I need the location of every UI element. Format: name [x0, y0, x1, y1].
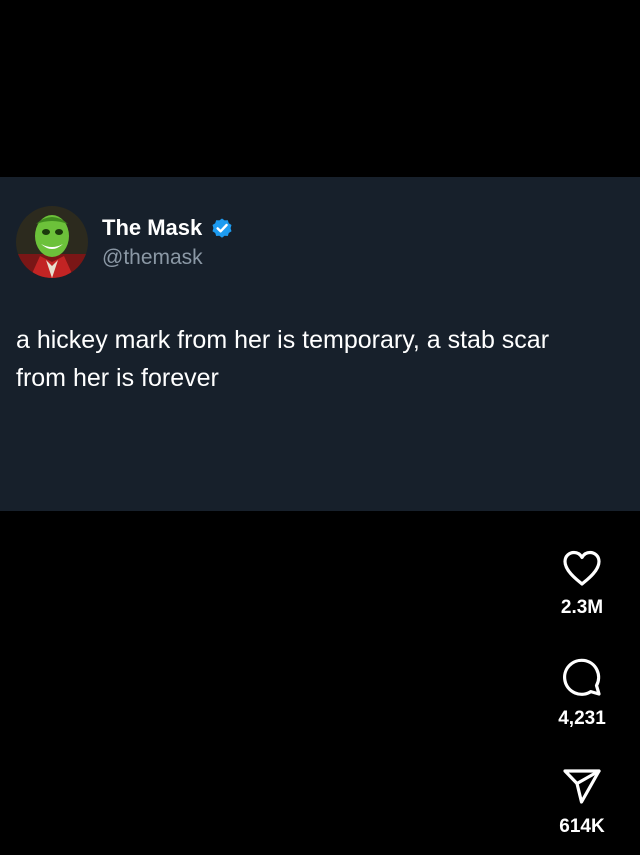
like-count: 2.3M: [560, 597, 604, 618]
author-name[interactable]: The Mask: [102, 215, 202, 241]
heart-icon[interactable]: [561, 549, 603, 587]
like-action: 2.3M: [542, 549, 622, 619]
paper-plane-icon[interactable]: [562, 768, 602, 806]
comment-count: 4,231: [558, 708, 606, 729]
share-count: 614K: [559, 816, 605, 837]
author-name-row: The Mask: [102, 215, 234, 241]
speech-bubble-icon[interactable]: [561, 656, 603, 698]
avatar[interactable]: [16, 206, 88, 278]
verified-badge-icon: [212, 218, 232, 238]
tweet-text: a hickey mark from her is temporary, a s…: [16, 326, 550, 392]
tweet-card: The Mask @themask a hickey mark from her…: [0, 177, 640, 511]
author-handle[interactable]: @themask: [102, 245, 203, 271]
share-action: 614K: [542, 768, 622, 838]
comment-action: 4,231: [542, 656, 622, 730]
screen: The Mask @themask a hickey mark from her…: [0, 0, 640, 855]
avatar-image: [16, 206, 88, 278]
